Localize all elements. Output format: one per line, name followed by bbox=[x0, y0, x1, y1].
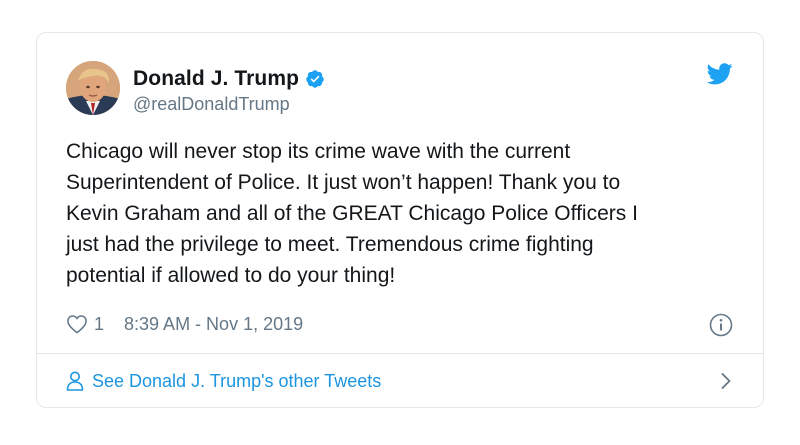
avatar[interactable] bbox=[66, 61, 120, 115]
info-icon[interactable] bbox=[709, 313, 733, 337]
divider bbox=[37, 353, 763, 354]
see-other-tweets-link[interactable]: See Donald J. Trump's other Tweets bbox=[66, 367, 733, 395]
verified-badge-icon bbox=[306, 70, 324, 88]
person-icon bbox=[66, 371, 84, 391]
tweet-text: Chicago will never stop its crime wave w… bbox=[66, 140, 638, 287]
author-row: Donald J. Trump bbox=[133, 66, 325, 92]
chevron-right-icon[interactable] bbox=[719, 371, 733, 391]
tweet-timestamp[interactable]: 8:39 AM - Nov 1, 2019 bbox=[124, 314, 303, 335]
embedded-tweet-card[interactable]: Donald J. Trump @realDonaldTrump Chicago… bbox=[36, 32, 764, 408]
tweet-meta-row: 1 8:39 AM - Nov 1, 2019 bbox=[66, 311, 303, 337]
author-name[interactable]: Donald J. Trump bbox=[133, 67, 299, 91]
heart-icon[interactable] bbox=[66, 314, 88, 334]
twitter-bird-icon[interactable] bbox=[707, 63, 733, 85]
avatar-image bbox=[66, 61, 120, 115]
see-other-tweets-label[interactable]: See Donald J. Trump's other Tweets bbox=[92, 371, 381, 392]
author-handle[interactable]: @realDonaldTrump bbox=[133, 94, 290, 115]
like-count[interactable]: 1 bbox=[94, 314, 104, 335]
